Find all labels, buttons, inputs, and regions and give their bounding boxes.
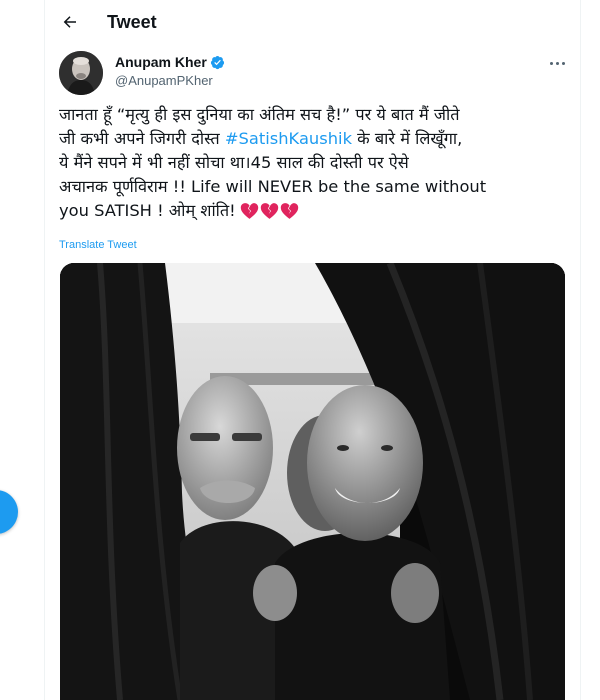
- more-options-button[interactable]: [545, 53, 569, 73]
- tweet-text-segment: जी कभी अपने जिगरी दोस्त: [59, 129, 225, 148]
- avatar[interactable]: [59, 51, 103, 95]
- verified-badge-icon: [210, 55, 224, 69]
- tweet-line-3: ये मैंने सपने में भी नहीं सोचा था।45 साल…: [59, 153, 409, 172]
- tweet-photo[interactable]: [60, 263, 565, 700]
- broken-heart-icon: [280, 203, 298, 219]
- back-button[interactable]: [55, 7, 85, 37]
- tweet-line-4: अचानक पूर्णविराम !! Life will NEVER be t…: [59, 177, 487, 196]
- tweet-author: Anupam Kher @AnupamPKher: [59, 51, 569, 97]
- broken-heart-icon: [240, 203, 258, 219]
- tweet-text-segment: के बारे में लिखूँगा,: [352, 129, 463, 148]
- more-horizontal-icon: [549, 61, 553, 65]
- tweet-header: Tweet: [45, 0, 580, 44]
- hashtag-link[interactable]: #SatishKaushik: [225, 129, 352, 148]
- tweet-text-segment: you SATISH ! ओम् शांति!: [59, 201, 236, 220]
- left-rail: [0, 0, 44, 700]
- author-name[interactable]: Anupam Kher: [115, 54, 207, 70]
- broken-heart-icon: [260, 203, 278, 219]
- tweet-line-5: you SATISH ! ओम् शांति!: [59, 199, 577, 223]
- tweet-line-1: जानता हूँ “मृत्यु ही इस दुनिया का अंतिम …: [59, 105, 460, 124]
- author-handle[interactable]: @AnupamPKher: [115, 73, 213, 88]
- tweet-column: Tweet Anupam Kher @AnupamPKher जानता हूँ…: [44, 0, 581, 700]
- arrow-left-icon: [63, 16, 76, 28]
- translate-tweet-link[interactable]: Translate Tweet: [59, 239, 137, 251]
- page-title: Tweet: [107, 11, 157, 32]
- tweet-line-2: जी कभी अपने जिगरी दोस्त #SatishKaushik क…: [59, 127, 577, 151]
- compose-button[interactable]: [0, 490, 18, 534]
- broken-hearts: [240, 202, 300, 220]
- tweet-text: जानता हूँ “मृत्यु ही इस दुनिया का अंतिम …: [59, 103, 577, 223]
